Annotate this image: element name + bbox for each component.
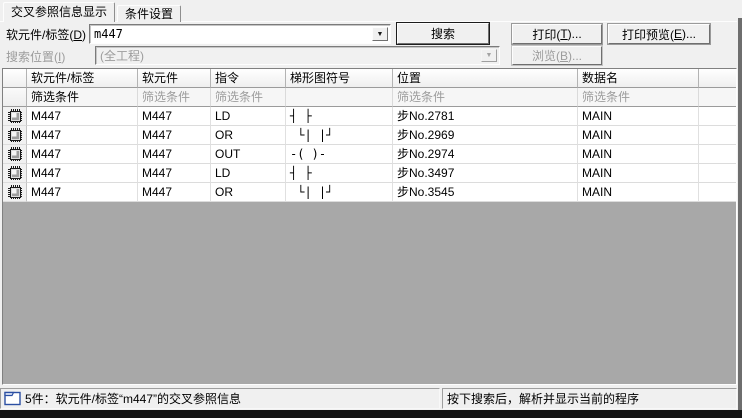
- cell-instruction: OR: [211, 183, 286, 202]
- cell-data-name: MAIN: [578, 145, 699, 164]
- cell-ladder-symbol: -( )-: [286, 145, 393, 164]
- cell-device-label: M447: [27, 126, 138, 145]
- print-button[interactable]: 打印(T)...: [512, 24, 602, 44]
- search-location-dropdown-icon: ▼: [481, 49, 497, 62]
- cell-instruction: OR: [211, 126, 286, 145]
- cell-data-name: MAIN: [578, 126, 699, 145]
- device-chip-icon: [3, 145, 27, 164]
- cross-reference-table: 软元件/标签 软元件 指令 梯形图符号 位置 数据名 筛选条件 筛选条件 筛选条…: [2, 68, 737, 385]
- table-row[interactable]: M447 M447 OUT -( )- 步No.2974 MAIN: [3, 145, 737, 164]
- device-chip-icon: [3, 107, 27, 126]
- device-chip-icon: [3, 126, 27, 145]
- tab-condition-settings[interactable]: 条件设置: [117, 5, 181, 22]
- browse-button[interactable]: 浏览(B)...: [512, 46, 602, 65]
- device-chip-icon: [3, 164, 27, 183]
- cell-spacer: [699, 183, 737, 202]
- cell-instruction: LD: [211, 164, 286, 183]
- cell-device: M447: [138, 145, 211, 164]
- cell-device-label: M447: [27, 107, 138, 126]
- status-result-pane: 5件：软元件/标签“m447”的交叉参照信息: [0, 388, 440, 409]
- status-result-text: 5件：软元件/标签“m447”的交叉参照信息: [25, 390, 241, 407]
- cell-device: M447: [138, 126, 211, 145]
- filter-corner: [3, 88, 27, 107]
- search-location-value: (全工程): [100, 49, 144, 63]
- table-row[interactable]: M447 M447 OR └| |┘ 步No.2969 MAIN: [3, 126, 737, 145]
- cell-device: M447: [138, 183, 211, 202]
- filter-device-label[interactable]: 筛选条件: [27, 88, 138, 107]
- cell-device-label: M447: [27, 145, 138, 164]
- device-chip-icon: [3, 183, 27, 202]
- header-data-name[interactable]: 数据名: [578, 69, 699, 88]
- cell-position: 步No.2781: [393, 107, 578, 126]
- cell-position: 步No.3545: [393, 183, 578, 202]
- filter-ladder-symbol[interactable]: [286, 88, 393, 107]
- status-hint-pane: 按下搜索后，解析并显示当前的程序: [442, 388, 737, 409]
- cell-ladder-symbol: ┤ ├: [286, 164, 393, 183]
- filter-spacer: [699, 88, 737, 107]
- cell-spacer: [699, 126, 737, 145]
- tab-cross-reference-display[interactable]: 交叉参照信息显示: [3, 2, 115, 22]
- window-right-edge: [738, 18, 742, 411]
- header-position[interactable]: 位置: [393, 69, 578, 88]
- status-bar: 5件：软元件/标签“m447”的交叉参照信息 按下搜索后，解析并显示当前的程序: [0, 388, 737, 409]
- cell-spacer: [699, 107, 737, 126]
- cross-reference-panel: 交叉参照信息显示 条件设置 软元件/标签(D) ▼ 搜索 打印(T)... 打印…: [0, 0, 742, 418]
- cell-instruction: OUT: [211, 145, 286, 164]
- filter-position[interactable]: 筛选条件: [393, 88, 578, 107]
- cell-spacer: [699, 145, 737, 164]
- cell-device: M447: [138, 107, 211, 126]
- filter-device[interactable]: 筛选条件: [138, 88, 211, 107]
- cell-position: 步No.2974: [393, 145, 578, 164]
- filter-instruction[interactable]: 筛选条件: [211, 88, 286, 107]
- header-instruction[interactable]: 指令: [211, 69, 286, 88]
- header-corner: [3, 69, 27, 88]
- cell-ladder-symbol: └| |┘: [286, 126, 393, 145]
- cell-position: 步No.2969: [393, 126, 578, 145]
- table-header-row: 软元件/标签 软元件 指令 梯形图符号 位置 数据名: [3, 69, 737, 88]
- table-row[interactable]: M447 M447 LD ┤ ├ 步No.3497 MAIN: [3, 164, 737, 183]
- window-bottom-edge: [0, 410, 742, 418]
- search-location-caption: 搜索位置(I): [6, 49, 65, 65]
- cell-device-label: M447: [27, 164, 138, 183]
- cell-ladder-symbol: └| |┘: [286, 183, 393, 202]
- header-device[interactable]: 软元件: [138, 69, 211, 88]
- filter-data-name[interactable]: 筛选条件: [578, 88, 699, 107]
- cell-instruction: LD: [211, 107, 286, 126]
- table-row[interactable]: M447 M447 LD ┤ ├ 步No.2781 MAIN: [3, 107, 737, 126]
- cell-spacer: [699, 164, 737, 183]
- header-spacer: [699, 69, 737, 88]
- search-location-combo[interactable]: (全工程) ▼: [95, 46, 500, 65]
- device-combo: ▼: [89, 24, 391, 44]
- header-ladder-symbol[interactable]: 梯形图符号: [286, 69, 393, 88]
- device-label-caption: 软元件/标签(D): [6, 27, 86, 43]
- device-combo-dropdown-icon[interactable]: ▼: [372, 27, 388, 41]
- tab-bar: 交叉参照信息显示 条件设置: [3, 2, 183, 22]
- cell-device: M447: [138, 164, 211, 183]
- status-hint-text: 按下搜索后，解析并显示当前的程序: [447, 390, 639, 407]
- print-preview-button[interactable]: 打印预览(E)...: [608, 24, 710, 44]
- header-device-label[interactable]: 软元件/标签: [27, 69, 138, 88]
- folder-icon: [4, 391, 21, 406]
- cell-position: 步No.3497: [393, 164, 578, 183]
- filter-row: 筛选条件 筛选条件 筛选条件 筛选条件 筛选条件: [3, 88, 737, 107]
- cell-data-name: MAIN: [578, 164, 699, 183]
- cell-data-name: MAIN: [578, 107, 699, 126]
- cell-ladder-symbol: ┤ ├: [286, 107, 393, 126]
- device-input[interactable]: [92, 27, 370, 41]
- table-row[interactable]: M447 M447 OR └| |┘ 步No.3545 MAIN: [3, 183, 737, 202]
- cell-device-label: M447: [27, 183, 138, 202]
- search-button[interactable]: 搜索: [397, 23, 489, 44]
- cell-data-name: MAIN: [578, 183, 699, 202]
